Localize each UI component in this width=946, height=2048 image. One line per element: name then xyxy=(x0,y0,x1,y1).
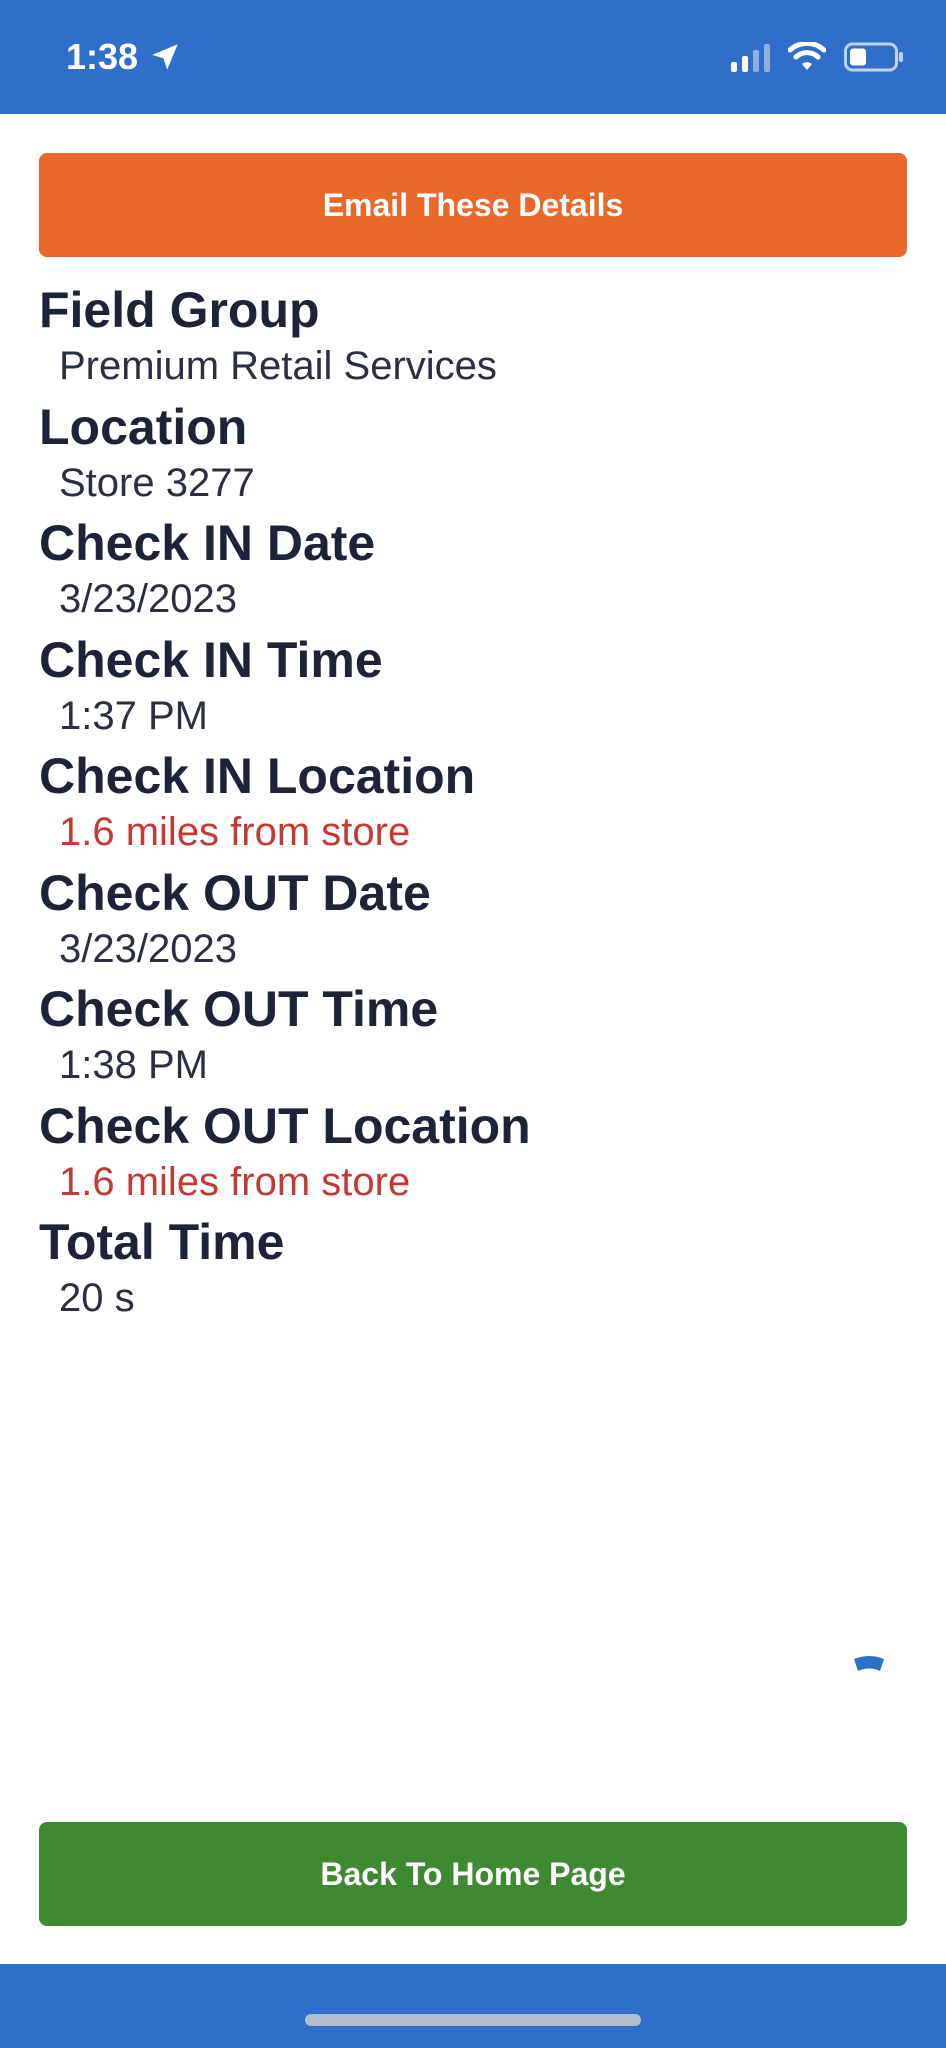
status-time: 1:38 xyxy=(66,36,139,77)
detail-check-out-location: Check OUT Location 1.6 miles from store xyxy=(39,1096,907,1213)
check-details-screen: Email These Details Field Group Premium … xyxy=(0,114,946,1964)
wifi-icon xyxy=(788,42,826,70)
detail-label: Check OUT Date xyxy=(39,864,431,921)
detail-check-out-time: Check OUT Time 1:38 PM xyxy=(39,979,907,1096)
detail-label: Location xyxy=(39,398,248,455)
detail-total-time: Total Time 20 s xyxy=(39,1212,907,1329)
detail-check-in-date: Check IN Date 3/23/2023 xyxy=(39,513,907,630)
detail-location: Location Store 3277 xyxy=(39,397,907,514)
detail-label: Total Time xyxy=(39,1214,285,1270)
battery-icon xyxy=(844,42,903,72)
status-bar: 1:38 xyxy=(0,0,946,114)
detail-value: 3/23/2023 xyxy=(59,926,237,971)
detail-value: 1:38 PM xyxy=(59,1043,208,1087)
home-indicator[interactable] xyxy=(305,2014,641,2026)
detail-field-group: Field Group Premium Retail Services xyxy=(39,280,907,397)
back-to-home-button[interactable]: Back To Home Page xyxy=(39,1822,907,1926)
detail-value: 3/23/2023 xyxy=(59,577,237,621)
detail-value: 20 s xyxy=(59,1276,135,1320)
detail-label: Field Group xyxy=(39,282,320,338)
detail-value: Store 3277 xyxy=(59,460,255,505)
detail-check-out-date: Check OUT Date 3/23/2023 xyxy=(39,863,907,980)
detail-label: Check OUT Time xyxy=(39,981,439,1037)
email-details-button[interactable]: Email These Details xyxy=(39,153,907,257)
detail-label: Check IN Time xyxy=(39,631,383,688)
detail-label: Check OUT Location xyxy=(39,1097,531,1154)
detail-label: Check IN Location xyxy=(39,748,476,804)
detail-value: 1:37 PM xyxy=(59,693,208,738)
detail-value-warning: 1.6 miles from store xyxy=(59,810,411,854)
cellular-signal-icon xyxy=(731,42,770,72)
detail-value-warning: 1.6 miles from store xyxy=(59,1159,411,1204)
status-time-group: 1:38 xyxy=(66,36,182,78)
detail-value: Premium Retail Services xyxy=(59,344,497,388)
detail-check-in-time: Check IN Time 1:37 PM xyxy=(39,630,907,747)
detail-label: Check IN Date xyxy=(39,515,376,571)
status-icons xyxy=(731,42,904,72)
details-list: Field Group Premium Retail Services Loca… xyxy=(39,280,907,1329)
detail-check-in-location: Check IN Location 1.6 miles from store xyxy=(39,746,907,863)
bottom-bar xyxy=(0,1964,946,2048)
loading-spinner-icon xyxy=(854,1656,884,1671)
location-arrow-icon xyxy=(152,44,178,70)
